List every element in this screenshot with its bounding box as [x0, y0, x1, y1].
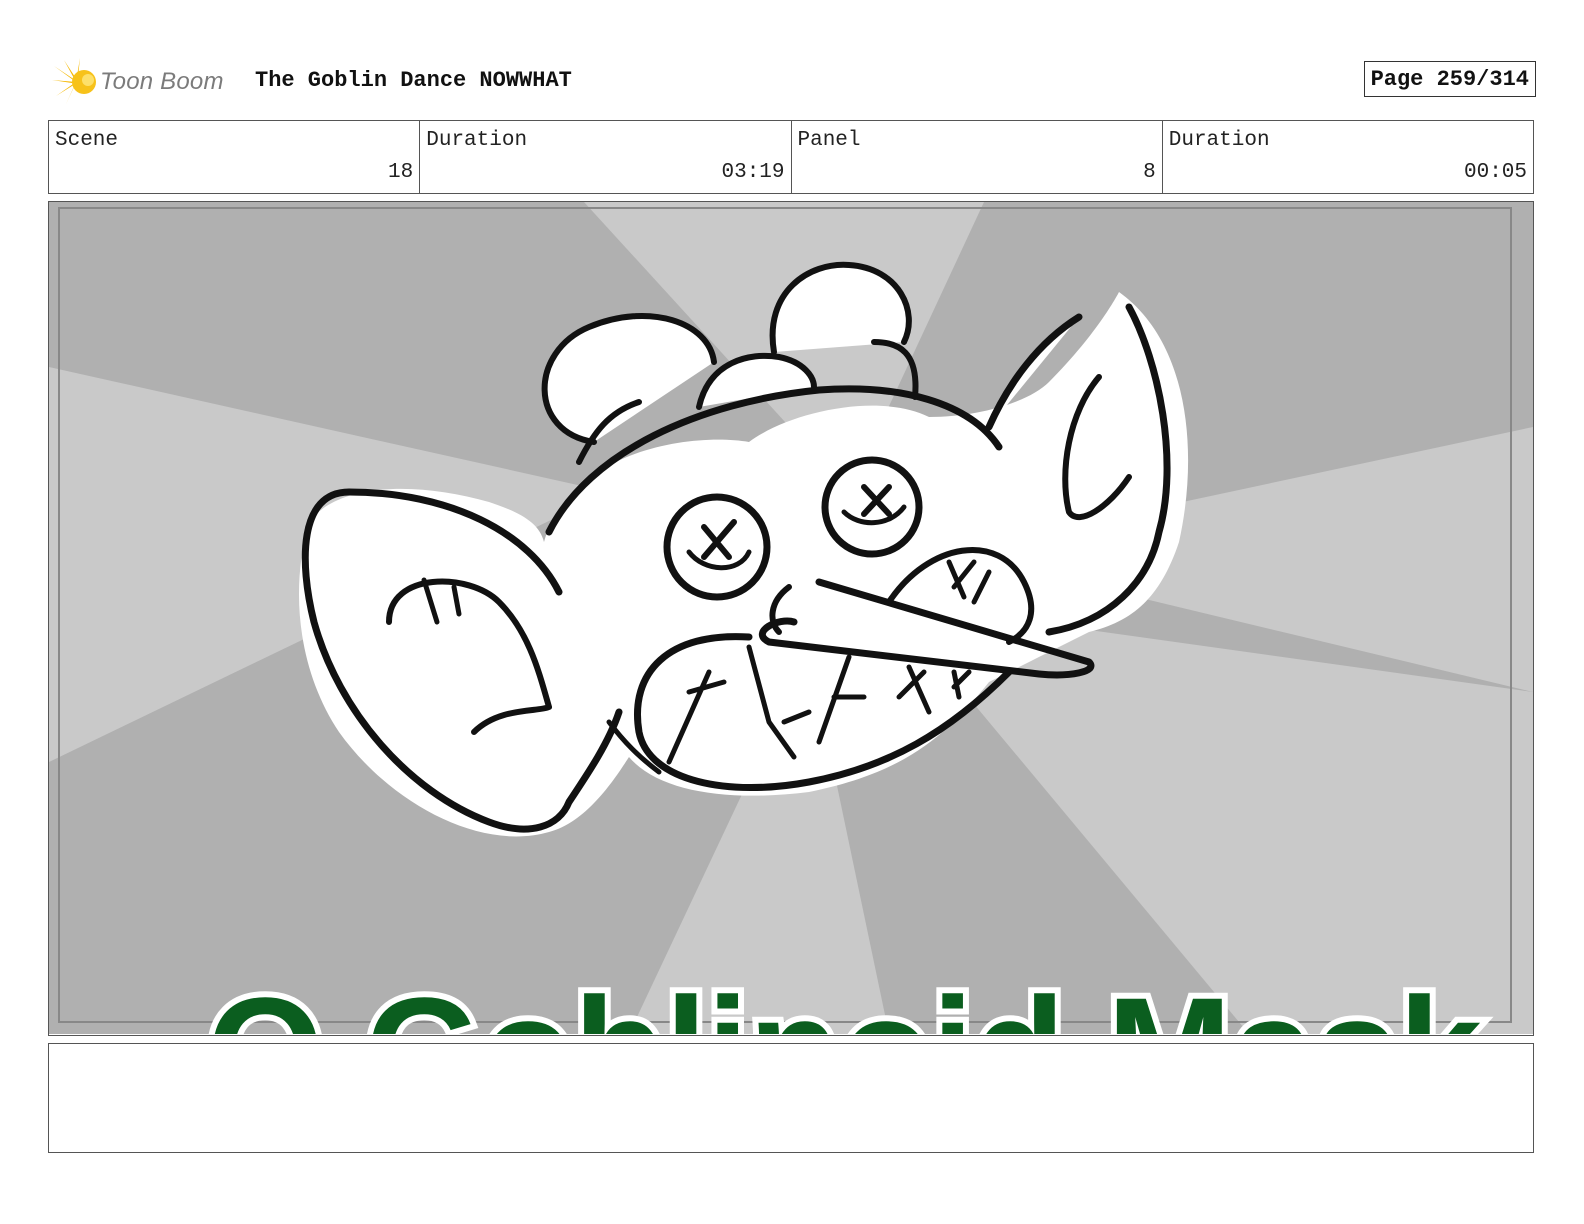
storyboard-header: Toon Boom The Goblin Dance NOWWHAT Page … [50, 54, 1536, 110]
panel-duration-value: 00:05 [1463, 161, 1527, 184]
panel-duration-cell: Duration 00:05 [1163, 121, 1533, 193]
scene-duration-label: Duration [426, 129, 528, 152]
scene-label: Scene [55, 129, 119, 152]
project-title: The Goblin Dance NOWWHAT [255, 68, 572, 93]
panel-cell: Panel 8 [792, 121, 1163, 193]
panel-info-row: Scene 18 Duration 03:19 Panel 8 Duration… [48, 120, 1534, 194]
scene-value: 18 [388, 161, 414, 184]
panel-value: 8 [1143, 161, 1156, 184]
panel-artwork: O Goblinoid Mask [49, 202, 1533, 1034]
toon-boom-logo: Toon Boom [50, 54, 250, 110]
scene-cell: Scene 18 [49, 121, 421, 193]
overlay-title: O Goblinoid Mask [207, 966, 1483, 1034]
page-indicator: Page 259/314 [1363, 61, 1536, 97]
starburst-icon [52, 58, 96, 104]
logo-text: Toon Boom [100, 68, 224, 95]
storyboard-panel: O Goblinoid Mask [48, 201, 1534, 1036]
panel-notes-box[interactable] [48, 1043, 1534, 1153]
panel-duration-label: Duration [1168, 129, 1270, 152]
scene-duration-cell: Duration 03:19 [420, 121, 792, 193]
overlay-title-text: O Goblinoid Mask [201, 960, 1489, 1034]
scene-duration-value: 03:19 [721, 161, 785, 184]
panel-label: Panel [797, 129, 861, 152]
